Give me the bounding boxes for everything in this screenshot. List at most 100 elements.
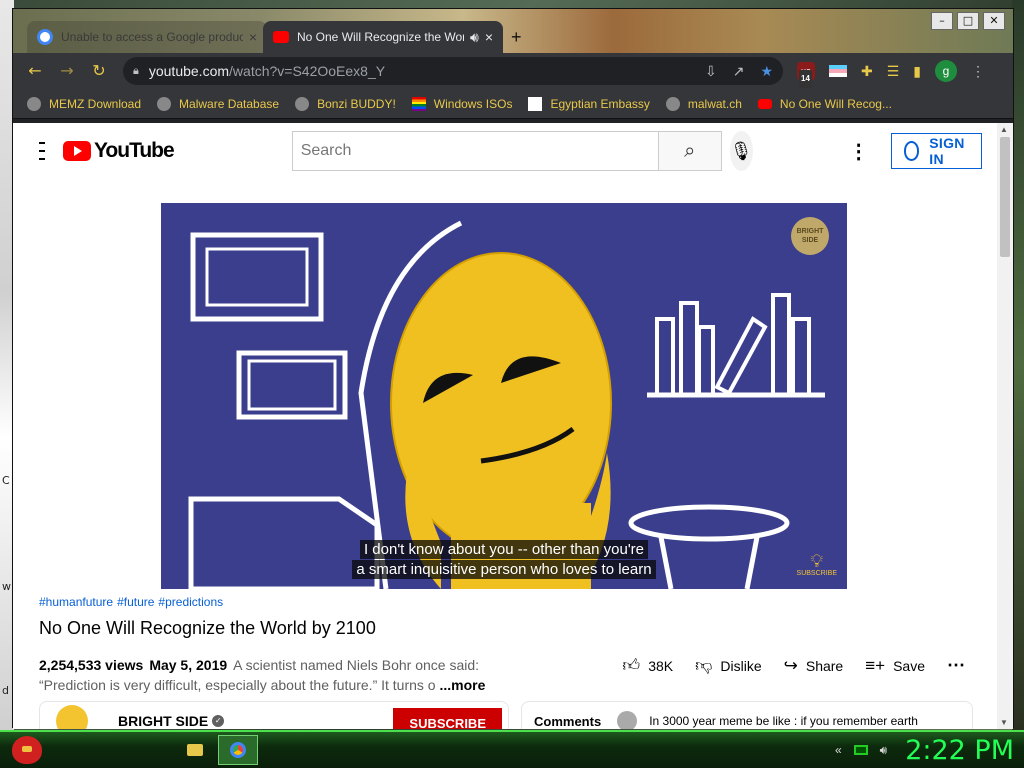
flag-extension-icon[interactable] (829, 65, 847, 77)
forward-icon[interactable]: → (53, 57, 81, 85)
top-comment-text: In 3000 year meme be like : if you remem… (649, 714, 918, 728)
tray-expand-icon[interactable]: « (835, 743, 842, 757)
stats-row: 2,254,533 views May 5, 2019 A scientist na… (39, 655, 979, 695)
menu-icon[interactable] (39, 142, 45, 160)
chrome-task[interactable] (218, 735, 258, 765)
network-icon[interactable] (853, 745, 868, 755)
desktop-icon-label: C (2, 474, 10, 487)
channel-name[interactable]: BRIGHT SIDE (118, 713, 208, 729)
system-tray: « 🔊︎ (835, 743, 887, 758)
angry-bird-icon (12, 736, 42, 764)
caption-line: I don't know about you -- other than you… (161, 540, 847, 559)
install-app-icon[interactable]: ⇩ (705, 63, 717, 80)
dislike-button[interactable]: 👎︎ Dislike (695, 655, 762, 676)
search-box: ⌕ (291, 131, 722, 171)
hashtags: #humanfuture #future #predictions (39, 595, 979, 609)
caption-text: I don't know about you -- other than you… (359, 540, 649, 559)
start-button[interactable] (8, 733, 48, 767)
channel-avatar[interactable] (56, 705, 88, 729)
page-scrollbar[interactable]: ▲ ▼ (997, 123, 1013, 729)
tab-youtube-video[interactable]: No One Will Recognize the World by 2100 … (263, 21, 503, 53)
bookmark-item[interactable]: Egyptian Embassy (528, 96, 650, 111)
sign-in-button[interactable]: SIGN IN (890, 133, 982, 169)
extensions-area: uo14 ✚ ☰ ▮ g ⋮ (797, 60, 985, 88)
browser-toolbar: ← → ↻ 🔒︎ youtube.com/watch?v=S42OoEex8_Y… (13, 53, 1013, 89)
file-explorer-task[interactable] (180, 735, 210, 765)
search-icon[interactable]: ⌕ (657, 131, 722, 171)
scroll-up-icon[interactable]: ▲ (1000, 125, 1008, 134)
side-panel-icon[interactable]: ▮ (913, 63, 921, 80)
taskbar-clock[interactable]: 2:22 PM (905, 735, 1014, 766)
bookmark-item[interactable]: No One Will Recog... (757, 96, 892, 111)
maximize-icon[interactable]: □ (957, 12, 979, 30)
reload-icon[interactable]: ↻ (85, 57, 113, 85)
close-tab-icon[interactable]: × (249, 29, 257, 45)
taskbar-apps (180, 735, 258, 765)
share-button[interactable]: ↪ Share (784, 656, 844, 676)
share-page-icon[interactable]: ↗ (733, 63, 745, 80)
hashtag-link[interactable]: #humanfuture (39, 595, 113, 609)
like-count: 38K (648, 657, 674, 674)
desktop-icon-label: d (2, 684, 9, 697)
bookmark-item[interactable]: Malware Database (157, 96, 279, 111)
back-icon[interactable]: ← (21, 57, 49, 85)
hashtag-link[interactable]: #future (117, 595, 154, 609)
thumbs-down-icon: 👎︎ (695, 656, 713, 675)
bookmark-item[interactable]: Bonzi BUDDY! (295, 96, 396, 111)
tab-google-help[interactable]: Unable to access a Google product × (27, 21, 267, 53)
close-tab-icon[interactable]: × (485, 29, 493, 45)
account-icon (903, 141, 920, 161)
bookmark-label: malwat.ch (687, 96, 742, 111)
bookmark-star-icon[interactable]: ★ (760, 63, 773, 80)
sign-in-label: SIGN IN (929, 135, 965, 167)
video-player[interactable]: BRIGHT SIDE 💡︎ SUBSCRIBE I don't know ab… (161, 203, 847, 589)
ublock-extension-icon[interactable]: uo14 (797, 62, 815, 88)
puzzle-extensions-icon[interactable]: ✚ (861, 63, 873, 80)
like-button[interactable]: 👍︎ 38K (622, 655, 673, 676)
new-tab-icon[interactable]: + (511, 27, 522, 48)
bookmark-item[interactable]: Windows ISOs (411, 96, 512, 111)
profile-avatar[interactable]: g (935, 60, 958, 82)
volume-icon[interactable]: 🔊︎ (880, 743, 888, 758)
globe-icon (665, 96, 680, 111)
comments-teaser[interactable]: Comments In 3000 year meme be like : if … (521, 701, 973, 729)
description-snippet[interactable]: 2,254,533 views May 5, 2019 A scientist na… (39, 655, 499, 695)
caption-text: a smart inquisitive person who loves to … (352, 560, 656, 579)
close-window-icon[interactable]: ✕ (983, 12, 1005, 30)
settings-more-icon[interactable]: ⋮ (849, 139, 869, 164)
commenter-avatar (617, 711, 638, 729)
tab-title: No One Will Recognize the World by 2100 (297, 30, 464, 44)
minimize-icon[interactable]: – (931, 12, 953, 30)
dislike-label: Dislike (720, 657, 762, 674)
wix-icon (528, 96, 543, 111)
channel-watermark[interactable]: BRIGHT SIDE (791, 217, 829, 255)
caption-line: a smart inquisitive person who loves to … (161, 560, 847, 579)
scroll-down-icon[interactable]: ▼ (1000, 718, 1008, 727)
show-more-link[interactable]: ...more (439, 677, 485, 693)
microphone-icon[interactable]: 🎙︎ (729, 131, 753, 171)
bookmark-item[interactable]: malwat.ch (665, 96, 742, 111)
youtube-logo[interactable]: YouTube (62, 139, 175, 163)
chrome-menu-icon[interactable]: ⋮ (971, 63, 985, 80)
bookmark-label: No One Will Recog... (779, 96, 892, 111)
scrollbar-thumb[interactable] (1000, 137, 1010, 257)
tab-title: Unable to access a Google product (61, 30, 243, 44)
hashtag-link[interactable]: #predictions (158, 595, 223, 609)
address-bar[interactable]: 🔒︎ youtube.com/watch?v=S42OoEex8_Y ⇩ ↗ ★ (123, 57, 783, 85)
subscribe-button[interactable]: SUBSCRIBE (393, 708, 502, 729)
browser-titlebar: Unable to access a Google product × No O… (13, 9, 1013, 53)
save-button[interactable]: ≡+ Save (865, 656, 925, 676)
video-metadata: #humanfuture #future #predictions No One W… (39, 595, 979, 695)
playlist-add-icon: ≡+ (865, 655, 886, 675)
lock-icon[interactable]: 🔒︎ (133, 65, 139, 78)
youtube-play-icon (62, 141, 91, 161)
share-label: Share (805, 657, 844, 674)
bookmark-item[interactable]: MEMZ Download (27, 96, 141, 111)
speaker-icon[interactable]: 🔊︎ (470, 29, 479, 46)
search-input[interactable] (291, 131, 658, 171)
youtube-icon (273, 31, 289, 43)
reading-list-icon[interactable]: ☰ (887, 63, 900, 80)
more-actions-icon[interactable]: ⋯ (947, 655, 965, 676)
save-label: Save (893, 657, 925, 674)
globe-icon (295, 96, 310, 111)
